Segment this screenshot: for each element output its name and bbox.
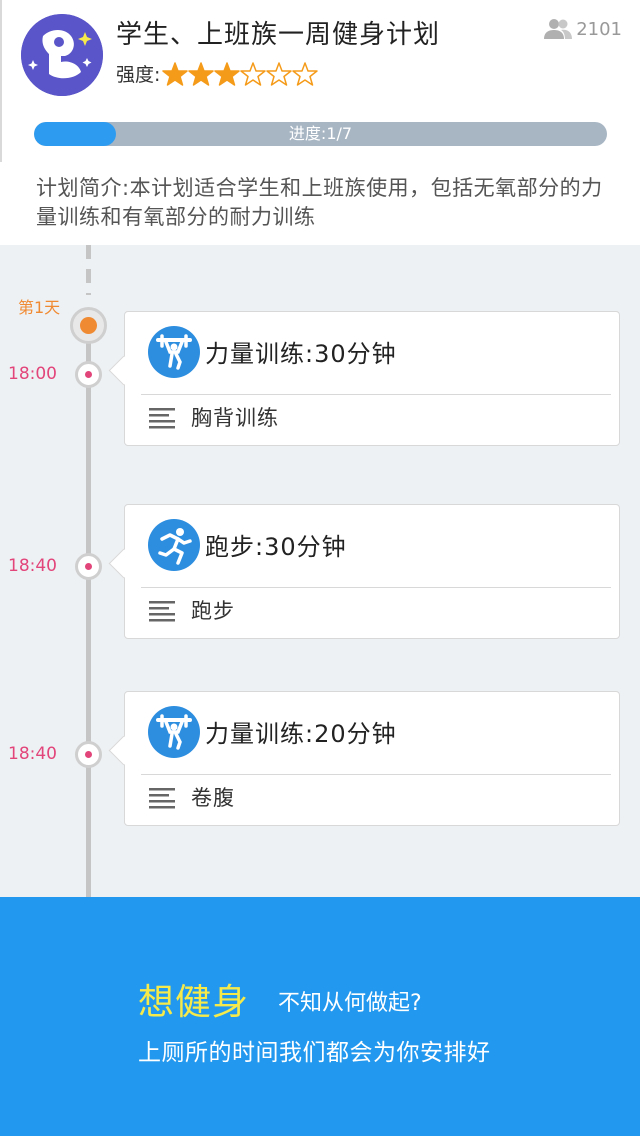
workout-card[interactable]: 力量训练:30分钟 胸背训练 xyxy=(124,311,620,446)
people-icon xyxy=(544,19,573,39)
workout-detail: 卷腹 xyxy=(191,786,235,810)
flexed-arm-icon xyxy=(21,14,103,96)
plan-header: 学生、上班族一周健身计划 2101 强度: 进度:1/7 计划简介:本计划适合学… xyxy=(0,0,640,245)
day-label: 第1天 xyxy=(18,298,61,317)
time-marker xyxy=(75,553,102,580)
intensity-rating: 强度: xyxy=(116,60,319,87)
weightlifting-icon xyxy=(148,706,200,758)
intensity-stars xyxy=(162,61,319,87)
list-icon xyxy=(149,788,175,809)
running-icon xyxy=(148,519,200,571)
card-divider xyxy=(141,394,611,395)
participants-count: 2101 xyxy=(544,18,622,40)
workout-detail: 胸背训练 xyxy=(191,406,279,430)
plan-progress-bar: 进度:1/7 xyxy=(34,122,607,146)
workout-detail: 跑步 xyxy=(191,599,235,623)
workout-title: 力量训练:20分钟 xyxy=(205,720,397,748)
workout-title: 跑步:30分钟 xyxy=(205,533,347,561)
participants-number: 2101 xyxy=(576,18,622,40)
time-marker xyxy=(75,361,102,388)
time-marker xyxy=(75,741,102,768)
star-empty-icon xyxy=(266,61,293,86)
workout-card[interactable]: 力量训练:20分钟 卷腹 xyxy=(124,691,620,826)
banner-tagline: 上厕所的时间我们都会为你安排好 xyxy=(138,1040,491,1066)
star-empty-icon xyxy=(292,61,319,86)
progress-text: 进度:1/7 xyxy=(288,124,353,143)
banner-headline: 想健身 xyxy=(138,982,250,1023)
plan-avatar[interactable] xyxy=(21,14,103,96)
timeline-line xyxy=(86,308,91,898)
day-marker xyxy=(70,307,107,344)
time-label: 18:40 xyxy=(8,556,57,576)
card-divider xyxy=(141,774,611,775)
plan-title: 学生、上班族一周健身计划 xyxy=(116,20,441,50)
workout-card[interactable]: 跑步:30分钟 跑步 xyxy=(124,504,620,639)
time-label: 18:00 xyxy=(8,364,57,384)
card-divider xyxy=(141,587,611,588)
banner-subhead: 不知从何做起? xyxy=(278,991,422,1016)
star-filled-icon xyxy=(188,61,215,86)
workout-title: 力量训练:30分钟 xyxy=(205,340,397,368)
weightlifting-icon xyxy=(148,326,200,378)
star-filled-icon xyxy=(162,61,189,86)
star-filled-icon xyxy=(214,61,241,86)
time-label: 18:40 xyxy=(8,744,57,764)
promo-banner[interactable]: 想健身 不知从何做起? 上厕所的时间我们都会为你安排好 xyxy=(0,897,640,1136)
timeline-dashed-line xyxy=(86,245,91,295)
left-edge-line xyxy=(0,0,2,162)
plan-intro: 计划简介:本计划适合学生和上班族使用，包括无氧部分的力量训练和有氧部分的耐力训练 xyxy=(36,176,603,229)
intensity-label: 强度: xyxy=(116,64,161,86)
list-icon xyxy=(149,601,175,622)
star-empty-icon xyxy=(240,61,267,86)
list-icon xyxy=(149,408,175,429)
